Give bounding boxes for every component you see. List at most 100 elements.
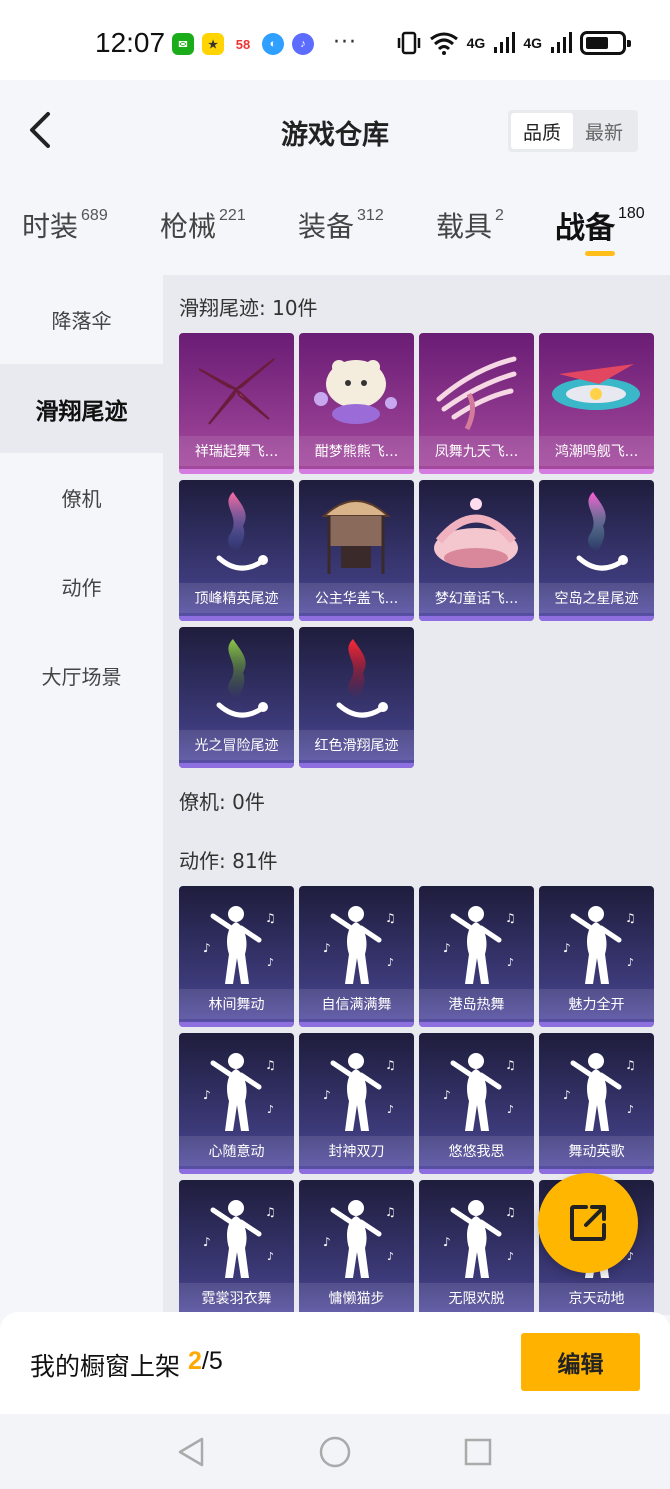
item-card[interactable]: 公主华盖飞... — [299, 480, 414, 621]
item-card[interactable]: 光之冒险尾迹 — [179, 627, 294, 768]
sidebar-item-wingman[interactable]: 僚机 — [0, 453, 163, 542]
showcase-current: 2 — [188, 1347, 202, 1375]
item-card[interactable]: 凤舞九天飞... — [419, 333, 534, 474]
svg-text:♪: ♪ — [323, 1088, 331, 1102]
item-card[interactable]: ♪ ♫ ♪ 自信满满舞 — [299, 886, 414, 1027]
dance-pose-icon: ♪ ♫ ♪ — [179, 1186, 294, 1286]
svg-text:♫: ♫ — [385, 1205, 396, 1219]
item-name: 封神双刀 — [299, 1136, 414, 1166]
tab-guns[interactable]: 枪械 221 — [160, 205, 246, 245]
item-card[interactable]: 祥瑞起舞飞... — [179, 333, 294, 474]
svg-text:♫: ♫ — [625, 1058, 636, 1072]
item-list[interactable]: 滑翔尾迹: 10件 祥瑞起舞飞... 酣梦熊熊飞... 凤舞九天飞... 鸿潮鸣舰飞.… — [163, 275, 670, 1315]
tab-label: 枪械 — [160, 210, 217, 243]
dance-pose-icon: ♪ ♫ ♪ — [179, 1039, 294, 1139]
svg-text:♪: ♪ — [443, 1235, 451, 1249]
tab-count: 312 — [357, 207, 384, 224]
starship-icon — [539, 339, 654, 439]
item-card[interactable]: 酣梦熊熊飞... — [299, 333, 414, 474]
item-card[interactable]: ♪ ♫ ♪ 林间舞动 — [179, 886, 294, 1027]
item-card[interactable]: ♪ ♫ ♪ 无限欢脱 — [419, 1180, 534, 1315]
item-name: 红色滑翔尾迹 — [299, 730, 414, 760]
sidebar-item-lobby-scene[interactable]: 大厅场景 — [0, 631, 163, 720]
sidebar-item-parachute[interactable]: 降落伞 — [0, 275, 163, 364]
prism-smoke-icon — [539, 486, 654, 586]
tab-count: 689 — [81, 207, 108, 224]
item-card[interactable]: ♪ ♫ ♪ 霓裳羽衣舞 — [179, 1180, 294, 1315]
svg-text:♪: ♪ — [323, 941, 331, 955]
sidebar-item-emotes[interactable]: 动作 — [0, 542, 163, 631]
showcase-label: 我的橱窗上架 — [30, 1352, 181, 1381]
bear-glider-icon — [299, 339, 414, 439]
item-card[interactable]: 红色滑翔尾迹 — [299, 627, 414, 768]
svg-text:♫: ♫ — [625, 911, 636, 925]
item-name: 梦幻童话飞... — [419, 583, 534, 613]
nav-back-button[interactable] — [173, 1434, 209, 1470]
svg-text:♪: ♪ — [203, 941, 211, 955]
item-name: 凤舞九天飞... — [419, 436, 534, 466]
active-tab-indicator — [585, 251, 615, 256]
svg-text:♪: ♪ — [627, 956, 634, 969]
share-icon — [570, 1205, 606, 1241]
item-name: 祥瑞起舞飞... — [179, 436, 294, 466]
item-card[interactable]: 顶峰精英尾迹 — [179, 480, 294, 621]
signal-icon-2 — [551, 32, 572, 53]
sidebar-item-glide-trail[interactable]: 滑翔尾迹 — [0, 364, 163, 453]
item-card[interactable]: ♪ ♫ ♪ 港岛热舞 — [419, 886, 534, 1027]
svg-text:♫: ♫ — [385, 911, 396, 925]
nav-home-button[interactable] — [317, 1434, 353, 1470]
dance-pose-icon: ♪ ♫ ♪ — [299, 1186, 414, 1286]
dance-pose-icon: ♪ ♫ ♪ — [419, 1186, 534, 1286]
item-card[interactable]: 空岛之星尾迹 — [539, 480, 654, 621]
item-name: 霓裳羽衣舞 — [179, 1283, 294, 1313]
svg-text:♫: ♫ — [265, 1058, 276, 1072]
fairytale-bed-icon — [419, 486, 534, 586]
svg-text:♪: ♪ — [507, 956, 514, 969]
wifi-icon — [429, 32, 458, 55]
dance-pose-icon: ♪ ♫ ♪ — [539, 1039, 654, 1139]
item-card[interactable]: ♪ ♫ ♪ 心随意动 — [179, 1033, 294, 1174]
tab-fashion[interactable]: 时装 689 — [22, 205, 108, 245]
item-card[interactable]: ♪ ♫ ♪ 悠悠我思 — [419, 1033, 534, 1174]
network-label-2: 4G — [523, 35, 542, 51]
item-card[interactable]: 梦幻童话飞... — [419, 480, 534, 621]
pink-wings-icon — [179, 339, 294, 439]
dance-pose-icon: ♪ ♫ ♪ — [419, 892, 534, 992]
browser-icon: ◐ — [262, 33, 284, 55]
sort-newest-button[interactable]: 最新 — [573, 113, 635, 149]
tab-count: 221 — [219, 207, 246, 224]
sidebar: 降落伞 滑翔尾迹 僚机 动作 大厅场景 — [0, 275, 163, 1315]
svg-text:♪: ♪ — [443, 1088, 451, 1102]
share-button[interactable] — [538, 1173, 638, 1273]
item-card[interactable]: ♪ ♫ ♪ 魅力全开 — [539, 886, 654, 1027]
tab-label: 装备 — [298, 210, 355, 243]
item-card[interactable]: 鸿潮鸣舰飞... — [539, 333, 654, 474]
status-time: 12:07 — [95, 27, 166, 58]
svg-text:♪: ♪ — [387, 956, 394, 969]
item-card[interactable]: ♪ ♫ ♪ 慵懒猫步 — [299, 1180, 414, 1315]
item-name: 无限欢脱 — [419, 1283, 534, 1313]
svg-text:♪: ♪ — [563, 1088, 571, 1102]
item-name: 公主华盖飞... — [299, 583, 414, 613]
dance-pose-icon: ♪ ♫ ♪ — [419, 1039, 534, 1139]
phoenix-wing-icon — [419, 339, 534, 439]
item-name: 空岛之星尾迹 — [539, 583, 654, 613]
category-tabs: 时装 689 枪械 221 装备 312 载具 2 战备 180 — [0, 195, 670, 265]
svg-text:♫: ♫ — [505, 911, 516, 925]
status-bar: 12:07 ✉ ★ 58 ◐ ♪ ··· 4G 4G — [0, 0, 670, 80]
sort-quality-button[interactable]: 品质 — [511, 113, 573, 149]
section-title-emotes: 动作: 81件 — [179, 849, 278, 873]
canopy-glider-icon — [299, 486, 414, 586]
tab-equipment[interactable]: 装备 312 — [298, 205, 384, 245]
item-card[interactable]: ♪ ♫ ♪ 舞动英歌 — [539, 1033, 654, 1174]
edit-button[interactable]: 编辑 — [521, 1333, 640, 1391]
tab-vehicles[interactable]: 载具 2 — [436, 205, 504, 245]
showcase-bar: 我的橱窗上架 2 /5 编辑 — [0, 1312, 670, 1414]
item-name: 魅力全开 — [539, 989, 654, 1019]
rainbow-smoke-icon — [179, 486, 294, 586]
tab-tactical[interactable]: 战备 180 — [555, 203, 645, 247]
system-nav-bar — [0, 1414, 670, 1489]
item-card[interactable]: ♪ ♫ ♪ 封神双刀 — [299, 1033, 414, 1174]
nav-recents-button[interactable] — [460, 1434, 496, 1470]
battery-icon — [580, 31, 631, 55]
